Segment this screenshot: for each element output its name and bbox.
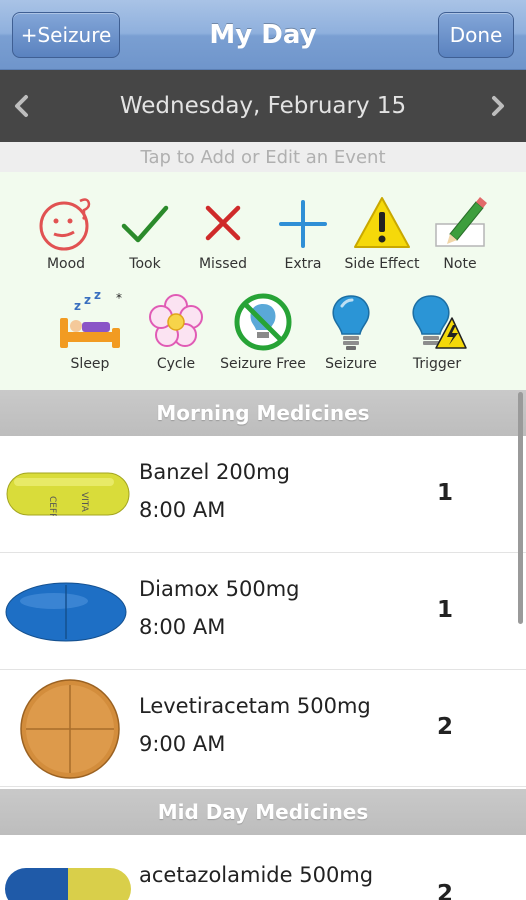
lightbulb-icon [332, 295, 370, 350]
svg-text:z: z [84, 293, 91, 307]
chevron-right-icon[interactable] [484, 92, 512, 120]
event-label: Cycle [156, 356, 196, 372]
x-mark-icon [205, 205, 241, 241]
bed-icon: z z z * [60, 292, 122, 348]
section-header-morning: Morning Medicines [0, 390, 526, 436]
event-mood[interactable]: Mood [36, 194, 96, 272]
event-missed[interactable]: Missed [194, 194, 252, 272]
current-date: Wednesday, February 15 [119, 93, 407, 119]
med-time: 8:00 AM [139, 498, 226, 522]
med-quantity: 1 [436, 480, 453, 506]
med-quantity: 2 [436, 881, 453, 900]
event-label: Took [129, 256, 161, 272]
yellow-capsule-icon: CEFR VITA [6, 472, 130, 516]
event-label: Extra [284, 256, 322, 272]
med-time: 9:00 AM [139, 732, 226, 756]
med-quantity: 1 [436, 597, 453, 623]
tap-hint: Tap to Add or Edit an Event [0, 142, 526, 172]
bulb-lightning-icon [412, 295, 467, 349]
med-row[interactable]: Levetiracetam 500mg 9:00 AM 2 [0, 670, 526, 787]
pencil-note-icon [435, 197, 487, 247]
event-label: Missed [198, 256, 248, 272]
med-quantity: 2 [436, 714, 453, 740]
event-side-effect[interactable]: Side Effect [344, 194, 420, 272]
med-time: 8:00 AM [139, 615, 226, 639]
section-header-midday: Mid Day Medicines [0, 789, 526, 835]
event-cycle[interactable]: Cycle [146, 292, 206, 372]
checkmark-icon [121, 205, 169, 243]
event-panel: Mood Took Missed Extra Side Effect Note … [0, 172, 526, 390]
med-name: Banzel 200mg [139, 460, 290, 484]
mood-face-icon [39, 198, 91, 251]
done-button[interactable]: Done [438, 12, 514, 58]
event-label: Side Effect [344, 256, 420, 272]
svg-text:*: * [116, 292, 122, 305]
scrollbar[interactable] [518, 392, 523, 624]
event-label: Trigger [412, 356, 462, 372]
event-extra[interactable]: Extra [276, 194, 330, 272]
orange-round-tablet-icon [20, 679, 120, 779]
no-bulb-icon [234, 293, 292, 351]
event-label: Note [443, 256, 477, 272]
warning-icon [354, 197, 410, 248]
event-took[interactable]: Took [118, 194, 172, 272]
blue-oval-tablet-icon [5, 582, 127, 642]
svg-text:VITA: VITA [79, 492, 89, 513]
svg-text:z: z [74, 299, 81, 313]
svg-text:z: z [94, 292, 101, 302]
med-name: Levetiracetam 500mg [139, 694, 371, 718]
event-note[interactable]: Note [430, 194, 490, 272]
nav-bar: My Day +Seizure Done [0, 0, 526, 70]
event-trigger[interactable]: Trigger [404, 292, 470, 372]
med-row[interactable]: acetazolamide 500mg 2 [0, 835, 526, 900]
event-label: Seizure Free [220, 356, 306, 372]
date-bar: Wednesday, February 15 [0, 70, 526, 142]
event-seizure[interactable]: Seizure [322, 292, 380, 372]
svg-text:CEFR: CEFR [47, 496, 57, 516]
med-name: acetazolamide 500mg [139, 863, 374, 887]
event-sleep[interactable]: z z z * Sleep [56, 292, 124, 372]
add-seizure-button[interactable]: +Seizure [12, 12, 120, 58]
med-name: Diamox 500mg [139, 577, 300, 601]
med-row[interactable]: Diamox 500mg 8:00 AM 1 [0, 553, 526, 670]
blue-yellow-capsule-icon [5, 868, 131, 900]
flower-icon [149, 294, 203, 347]
plus-icon [279, 200, 327, 248]
med-row[interactable]: CEFR VITA Banzel 200mg 8:00 AM 1 [0, 436, 526, 553]
event-label: Mood [46, 256, 86, 272]
event-label: Sleep [70, 356, 110, 372]
event-label: Seizure [325, 356, 377, 372]
event-seizure-free[interactable]: Seizure Free [220, 292, 306, 372]
